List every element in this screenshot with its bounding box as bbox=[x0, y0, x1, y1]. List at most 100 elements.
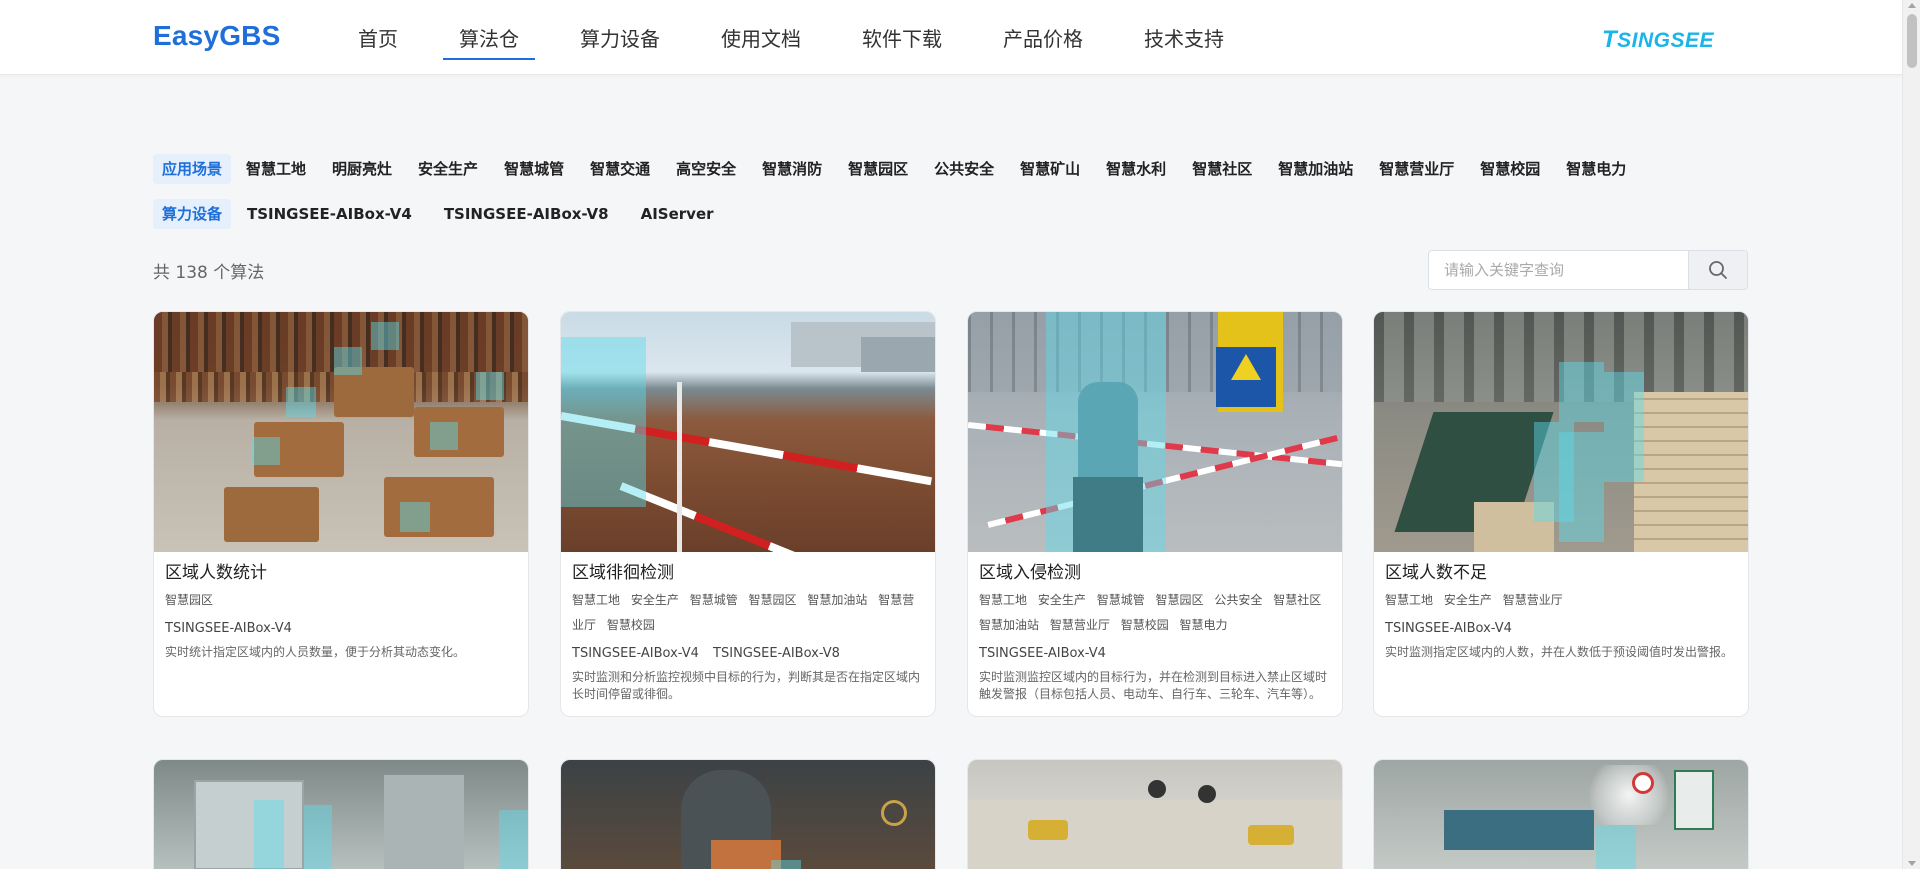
card-device: TSINGSEE-AIBox-V4 bbox=[979, 646, 1106, 661]
card-devices: TSINGSEE-AIBox-V4 bbox=[1385, 620, 1737, 638]
card-device: TSINGSEE-AIBox-V4 bbox=[1385, 621, 1512, 636]
search-icon bbox=[1709, 261, 1727, 279]
nav-label: 使用文档 bbox=[721, 27, 801, 51]
card-tags: 智慧工地 安全生产 智慧营业厅 bbox=[1385, 588, 1737, 613]
scene-chip[interactable]: 智慧社区 bbox=[1184, 154, 1260, 184]
search-button[interactable] bbox=[1688, 251, 1747, 289]
algorithm-count: 共 138 个算法 bbox=[153, 263, 265, 283]
scene-chip[interactable]: 高空安全 bbox=[668, 154, 744, 184]
card-title: 区域人数统计 bbox=[165, 563, 267, 583]
scene-chip[interactable]: 智慧矿山 bbox=[1012, 154, 1088, 184]
nav-label: 软件下载 bbox=[862, 27, 942, 51]
card-tag: 安全生产 bbox=[1037, 593, 1086, 607]
card-tag: 智慧社区 bbox=[1273, 593, 1322, 607]
device-filter-row: 算力设备 TSINGSEE-AIBox-V4 TSINGSEE-AIBox-V8… bbox=[153, 199, 737, 229]
detection-box bbox=[1596, 825, 1636, 869]
card-tags: 智慧园区 bbox=[165, 588, 517, 613]
card-body: 区域徘徊检测 智慧工地 安全生产 智慧城管 智慧园区 智慧加油站 智慧营业厅 智… bbox=[561, 552, 935, 713]
scene-chip[interactable]: 公共安全 bbox=[926, 154, 1002, 184]
card-description: 实时统计指定区域内的人员数量，便于分析其动态变化。 bbox=[165, 645, 466, 659]
search-input[interactable] bbox=[1429, 251, 1689, 289]
card-tag: 智慧城管 bbox=[689, 593, 738, 607]
scene-chip[interactable]: 安全生产 bbox=[410, 154, 486, 184]
card-image bbox=[1374, 760, 1748, 869]
detection-box bbox=[771, 860, 801, 869]
card-devices: TSINGSEE-AIBox-V4 TSINGSEE-AIBox-V8 bbox=[572, 645, 924, 663]
card-device: TSINGSEE-AIBox-V4 bbox=[165, 621, 292, 636]
nav-label: 算力设备 bbox=[580, 27, 660, 51]
card-body: 区域入侵检测 智慧工地 安全生产 智慧城管 智慧园区 公共安全 智慧社区 智慧加… bbox=[968, 552, 1342, 713]
detection-box bbox=[304, 805, 332, 869]
card-tag: 智慧园区 bbox=[165, 593, 214, 607]
card-tag: 智慧校园 bbox=[606, 618, 655, 632]
main-nav: 首页 算法仓 算力设备 使用文档 软件下载 产品价格 技术支持 bbox=[340, 0, 1267, 75]
algorithm-card[interactable] bbox=[1373, 759, 1749, 869]
nav-support[interactable]: 技术支持 bbox=[1126, 0, 1242, 75]
algorithm-card[interactable]: 区域入侵检测 智慧工地 安全生产 智慧城管 智慧园区 公共安全 智慧社区 智慧加… bbox=[967, 311, 1343, 717]
scene-chip[interactable]: 智慧加油站 bbox=[1270, 154, 1361, 184]
card-image bbox=[968, 760, 1342, 869]
card-tag: 智慧营业厅 bbox=[1502, 593, 1563, 607]
nav-label: 产品价格 bbox=[1003, 27, 1083, 51]
card-tags: 智慧工地 安全生产 智慧城管 智慧园区 智慧加油站 智慧营业厅 智慧校园 bbox=[572, 588, 924, 638]
scene-chip[interactable]: 智慧园区 bbox=[840, 154, 916, 184]
algorithm-card[interactable] bbox=[560, 759, 936, 869]
algorithm-card[interactable]: 区域人数不足 智慧工地 安全生产 智慧营业厅 TSINGSEE-AIBox-V4… bbox=[1373, 311, 1749, 717]
nav-algorithm-store[interactable]: 算法仓 bbox=[441, 0, 537, 75]
detection-box bbox=[430, 422, 458, 450]
brand-rest: SINGSEE bbox=[1617, 29, 1715, 52]
device-chip[interactable]: AIServer bbox=[632, 199, 723, 229]
card-description: 实时监测和分析监控视频中目标的行为，判断其是否在指定区域内长时间停留或徘徊。 bbox=[572, 670, 921, 701]
device-chip[interactable]: TSINGSEE-AIBox-V8 bbox=[435, 199, 618, 229]
scene-filter-label[interactable]: 应用场景 bbox=[153, 154, 232, 184]
card-devices: TSINGSEE-AIBox-V4 bbox=[979, 645, 1331, 663]
detection-box bbox=[1559, 362, 1604, 422]
scene-chip[interactable]: 智慧校园 bbox=[1472, 154, 1548, 184]
page-scrollbar[interactable] bbox=[1902, 0, 1920, 869]
scene-chip[interactable]: 智慧交通 bbox=[582, 154, 658, 184]
nav-label: 算法仓 bbox=[459, 27, 519, 51]
card-tag: 公共安全 bbox=[1214, 593, 1263, 607]
card-tag: 智慧营业厅 bbox=[1049, 618, 1110, 632]
card-image bbox=[561, 760, 935, 869]
scroll-thumb[interactable] bbox=[1907, 14, 1917, 68]
site-logo[interactable]: EasyGBS bbox=[153, 20, 280, 52]
scene-chip[interactable]: 智慧营业厅 bbox=[1371, 154, 1462, 184]
brand-initial: T bbox=[1602, 26, 1618, 53]
scene-chip[interactable]: 智慧水利 bbox=[1098, 154, 1174, 184]
card-tag: 智慧加油站 bbox=[807, 593, 868, 607]
card-tag: 智慧园区 bbox=[748, 593, 797, 607]
detection-box bbox=[476, 372, 504, 400]
scene-chip[interactable]: 明厨亮灶 bbox=[324, 154, 400, 184]
nav-home[interactable]: 首页 bbox=[340, 0, 416, 75]
detection-box bbox=[561, 337, 646, 507]
card-tag: 智慧工地 bbox=[1385, 593, 1434, 607]
top-header: EasyGBS 首页 算法仓 算力设备 使用文档 软件下载 产品价格 技术支持 … bbox=[0, 0, 1902, 75]
algorithm-card[interactable] bbox=[967, 759, 1343, 869]
card-title: 区域人数不足 bbox=[1385, 563, 1487, 583]
algorithm-card[interactable]: 区域人数统计 智慧园区 TSINGSEE-AIBox-V4 实时统计指定区域内的… bbox=[153, 311, 529, 717]
device-filter-label[interactable]: 算力设备 bbox=[153, 199, 232, 229]
detection-box bbox=[254, 800, 284, 869]
detection-box bbox=[499, 810, 528, 869]
scene-chip[interactable]: 智慧工地 bbox=[238, 154, 314, 184]
scroll-down-icon[interactable] bbox=[1908, 861, 1916, 866]
algorithm-card[interactable] bbox=[153, 759, 529, 869]
nav-docs[interactable]: 使用文档 bbox=[703, 0, 819, 75]
detection-box bbox=[400, 502, 430, 532]
scene-chip[interactable]: 智慧电力 bbox=[1558, 154, 1634, 184]
device-chip[interactable]: TSINGSEE-AIBox-V4 bbox=[238, 199, 421, 229]
detection-box bbox=[1559, 432, 1604, 542]
nav-compute-devices[interactable]: 算力设备 bbox=[562, 0, 678, 75]
nav-pricing[interactable]: 产品价格 bbox=[985, 0, 1101, 75]
card-tag: 智慧工地 bbox=[572, 593, 621, 607]
scroll-up-icon[interactable] bbox=[1908, 3, 1916, 8]
scene-chip[interactable]: 智慧城管 bbox=[496, 154, 572, 184]
algorithm-card[interactable]: 区域徘徊检测 智慧工地 安全生产 智慧城管 智慧园区 智慧加油站 智慧营业厅 智… bbox=[560, 311, 936, 717]
nav-downloads[interactable]: 软件下载 bbox=[844, 0, 960, 75]
brand-logo[interactable]: TSINGSEE bbox=[1602, 26, 1714, 54]
scene-chip[interactable]: 智慧消防 bbox=[754, 154, 830, 184]
detection-box bbox=[286, 387, 316, 417]
detection-box bbox=[371, 322, 399, 350]
nav-label: 技术支持 bbox=[1144, 27, 1224, 51]
